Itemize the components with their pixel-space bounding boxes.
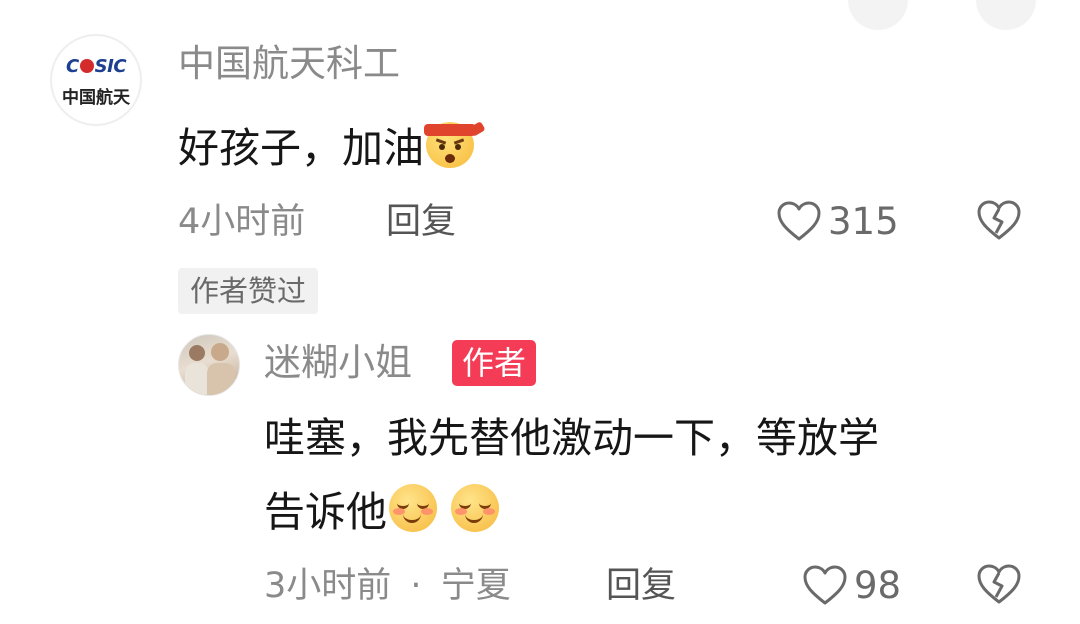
comment-meta: 3小时前 · 宁夏 <box>264 564 511 608</box>
casic-logo: C SIC <box>65 56 127 77</box>
meta-separator: · <box>410 566 422 606</box>
comment-timestamp: 3小时前 <box>264 566 392 606</box>
like-count: 315 <box>828 200 899 243</box>
like-button[interactable]: 315 <box>776 198 899 246</box>
comment-text: 哇塞，我先替他激动一下，等放学 <box>264 414 879 462</box>
fighting-emoji-icon <box>424 118 486 170</box>
comment-author-name[interactable]: 迷糊小姐 <box>264 341 412 385</box>
like-count: 98 <box>854 564 902 607</box>
top-action-icon[interactable] <box>976 0 1036 30</box>
avatar[interactable]: C SIC 中国航天 <box>50 34 142 126</box>
comment-text-content: 告诉他 <box>264 488 387 536</box>
shy-smile-emoji-icon <box>387 482 439 534</box>
comment-location: 宁夏 <box>440 566 511 606</box>
reply-button[interactable]: 回复 <box>606 564 676 608</box>
author-liked-tag: 作者赞过 <box>178 268 319 314</box>
like-button[interactable]: 98 <box>802 562 901 610</box>
broken-heart-icon[interactable] <box>976 564 1022 606</box>
author-badge: 作者 <box>452 340 537 386</box>
avatar[interactable] <box>178 334 240 396</box>
top-action-icon[interactable] <box>848 0 908 30</box>
shy-smile-emoji-icon <box>449 482 501 534</box>
broken-heart-icon[interactable] <box>976 200 1022 242</box>
comment-text: 告诉他 <box>264 482 501 538</box>
reply-button[interactable]: 回复 <box>386 200 456 244</box>
heart-icon <box>777 201 821 241</box>
comment-text: 好孩子，加油 <box>178 118 486 174</box>
comment-timestamp: 4小时前 <box>178 202 306 242</box>
comment-text-content: 好孩子，加油 <box>178 124 424 172</box>
comment-author-name[interactable]: 中国航天科工 <box>178 42 400 86</box>
heart-icon <box>803 565 847 605</box>
avatar-logo-text: 中国航天 <box>62 88 130 108</box>
